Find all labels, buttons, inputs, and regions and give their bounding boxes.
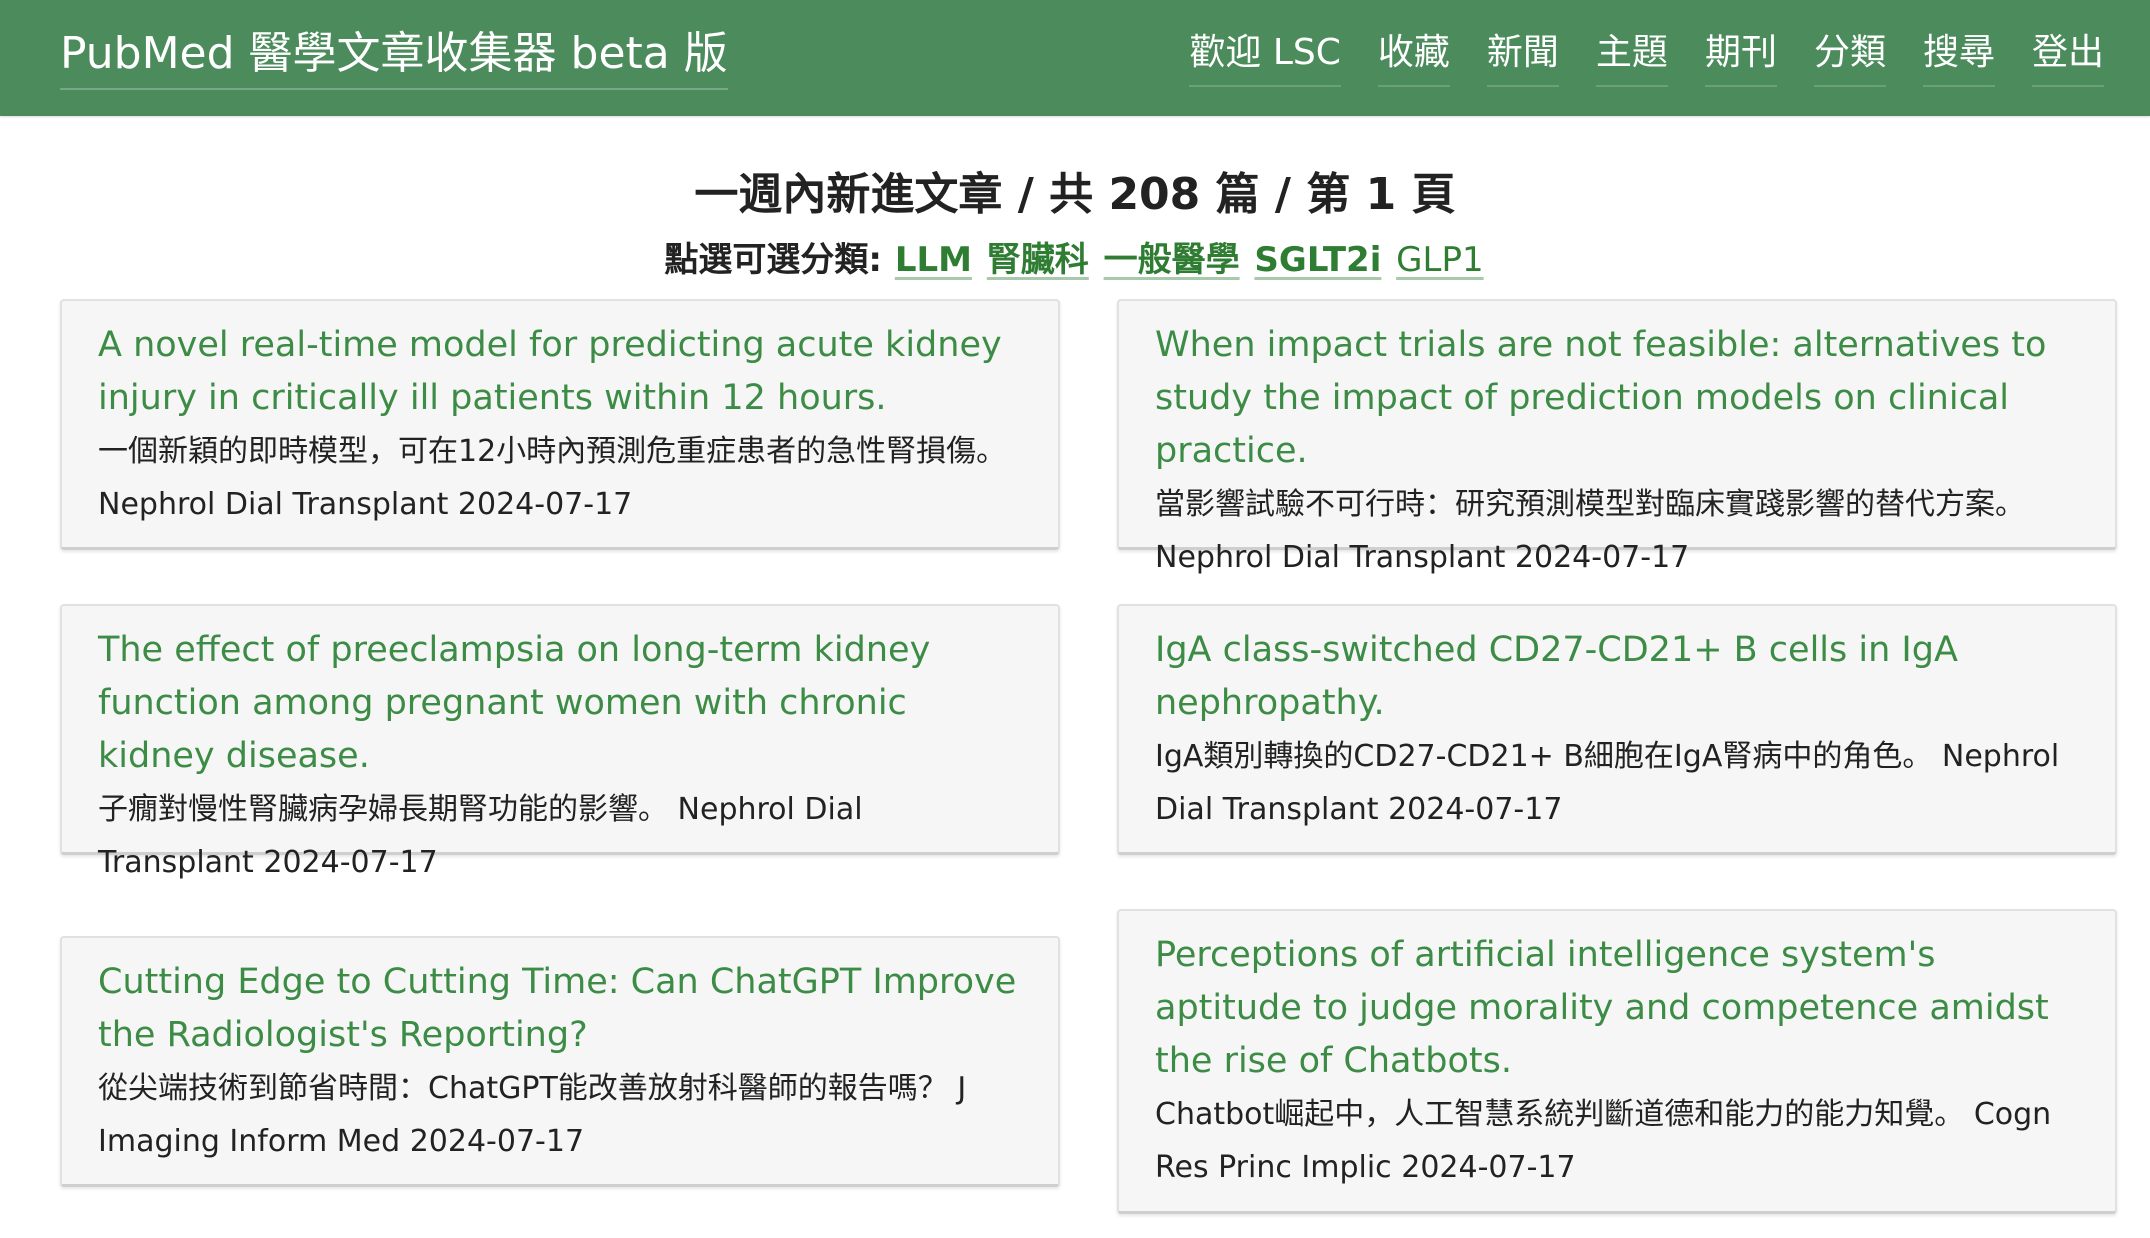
category-sglt2i[interactable]: SGLT2i [1254,240,1381,280]
article-date: 2024-07-17 [1514,540,1690,575]
article-card: When impact trials are not feasible: alt… [1117,299,2117,575]
category-general-medicine[interactable]: 一般醫學 [1104,240,1240,280]
article-meta: 子癇對慢性腎臟病孕婦長期腎功能的影響。 Nephrol Dial Transpl… [98,783,1022,889]
article-date: 2024-07-17 [1388,792,1563,827]
article-translation: 從尖端技術到節省時間：ChatGPT能改善放射科醫師的報告嗎？ [98,1071,948,1106]
article-meta: Chatbot崛起中，人工智慧系統判斷道德和能力的能力知覺。 Cogn Res … [1155,1088,2079,1194]
article-meta: 從尖端技術到節省時間：ChatGPT能改善放射科醫師的報告嗎？ J Imagin… [98,1062,1022,1168]
article-title-link[interactable]: The effect of preeclampsia on long-term … [98,624,1022,783]
nav-welcome-user[interactable]: 歡迎 LSC [1189,21,1341,87]
article-title-link[interactable]: IgA class-switched CD27-CD21+ B cells in… [1155,624,2079,730]
nav-topics[interactable]: 主題 [1595,21,1668,87]
nav-favorites[interactable]: 收藏 [1377,21,1450,87]
article-translation: 子癇對慢性腎臟病孕婦長期腎功能的影響。 [98,792,668,827]
brand-title[interactable]: PubMed 醫學文章收集器 beta 版 [60,22,728,90]
article-translation: 一個新穎的即時模型，可在12小時內預測危重症患者的急性腎損傷。 [98,434,1007,469]
article-card: IgA class-switched CD27-CD21+ B cells in… [1117,604,2117,855]
article-title-link[interactable]: Cutting Edge to Cutting Time: Can ChatGP… [98,956,1022,1062]
article-meta: 當影響試驗不可行時：研究預測模型對臨床實踐影響的替代方案。 Nephrol Dia… [1155,478,2079,584]
article-translation: IgA類別轉換的CD27-CD21+ B細胞在IgA腎病中的角色。 [1155,739,1933,774]
nav-news[interactable]: 新聞 [1486,21,1559,87]
nav-logout[interactable]: 登出 [2031,21,2104,87]
article-meta: 一個新穎的即時模型，可在12小時內預測危重症患者的急性腎損傷。 Nephrol D… [98,425,1022,531]
article-card: A novel real-time model for predicting a… [60,299,1060,550]
page-title: 一週內新進文章 / 共 208 篇 / 第 1 頁 [694,169,1456,220]
article-date: 2024-07-17 [263,845,438,880]
article-translation: 當影響試驗不可行時：研究預測模型對臨床實踐影響的替代方案。 [1155,487,2025,522]
navbar: PubMed 醫學文章收集器 beta 版 歡迎 LSC 收藏 新聞 主題 期刊… [0,0,2150,116]
article-translation: Chatbot崛起中，人工智慧系統判斷道德和能力的能力知覺。 [1155,1097,1965,1132]
category-filter: 點選可選分類: LLM 腎臟科 一般醫學 SGLT2i GLP1 [0,232,2150,288]
article-title-link[interactable]: A novel real-time model for predicting a… [98,319,1022,425]
nav-links: 歡迎 LSC 收藏 新聞 主題 期刊 分類 搜尋 登出 [1189,21,2104,87]
nav-categories[interactable]: 分類 [1813,21,1886,87]
article-card: Perceptions of artificial intelligence s… [1117,909,2117,1214]
article-date: 2024-07-17 [457,487,633,522]
article-card: The effect of preeclampsia on long-term … [60,604,1060,880]
article-journal: Nephrol Dial Transplant [1155,540,1506,575]
article-journal: Nephrol Dial Transplant [98,487,449,522]
category-glp1[interactable]: GLP1 [1396,240,1483,280]
article-meta: IgA類別轉換的CD27-CD21+ B細胞在IgA腎病中的角色。 Nephro… [1155,730,2079,836]
article-title-link[interactable]: When impact trials are not feasible: alt… [1155,319,2079,478]
article-title-link[interactable]: Perceptions of artificial intelligence s… [1155,929,2079,1088]
article-date: 2024-07-17 [409,1124,585,1159]
category-prefix: 點選可選分類: [664,240,882,280]
article-date: 2024-07-17 [1401,1150,1576,1185]
category-llm[interactable]: LLM [895,240,972,280]
category-nephrology[interactable]: 腎臟科 [987,240,1089,280]
nav-search[interactable]: 搜尋 [1922,21,1995,87]
nav-journals[interactable]: 期刊 [1704,21,1777,87]
article-card: Cutting Edge to Cutting Time: Can ChatGP… [60,936,1060,1187]
